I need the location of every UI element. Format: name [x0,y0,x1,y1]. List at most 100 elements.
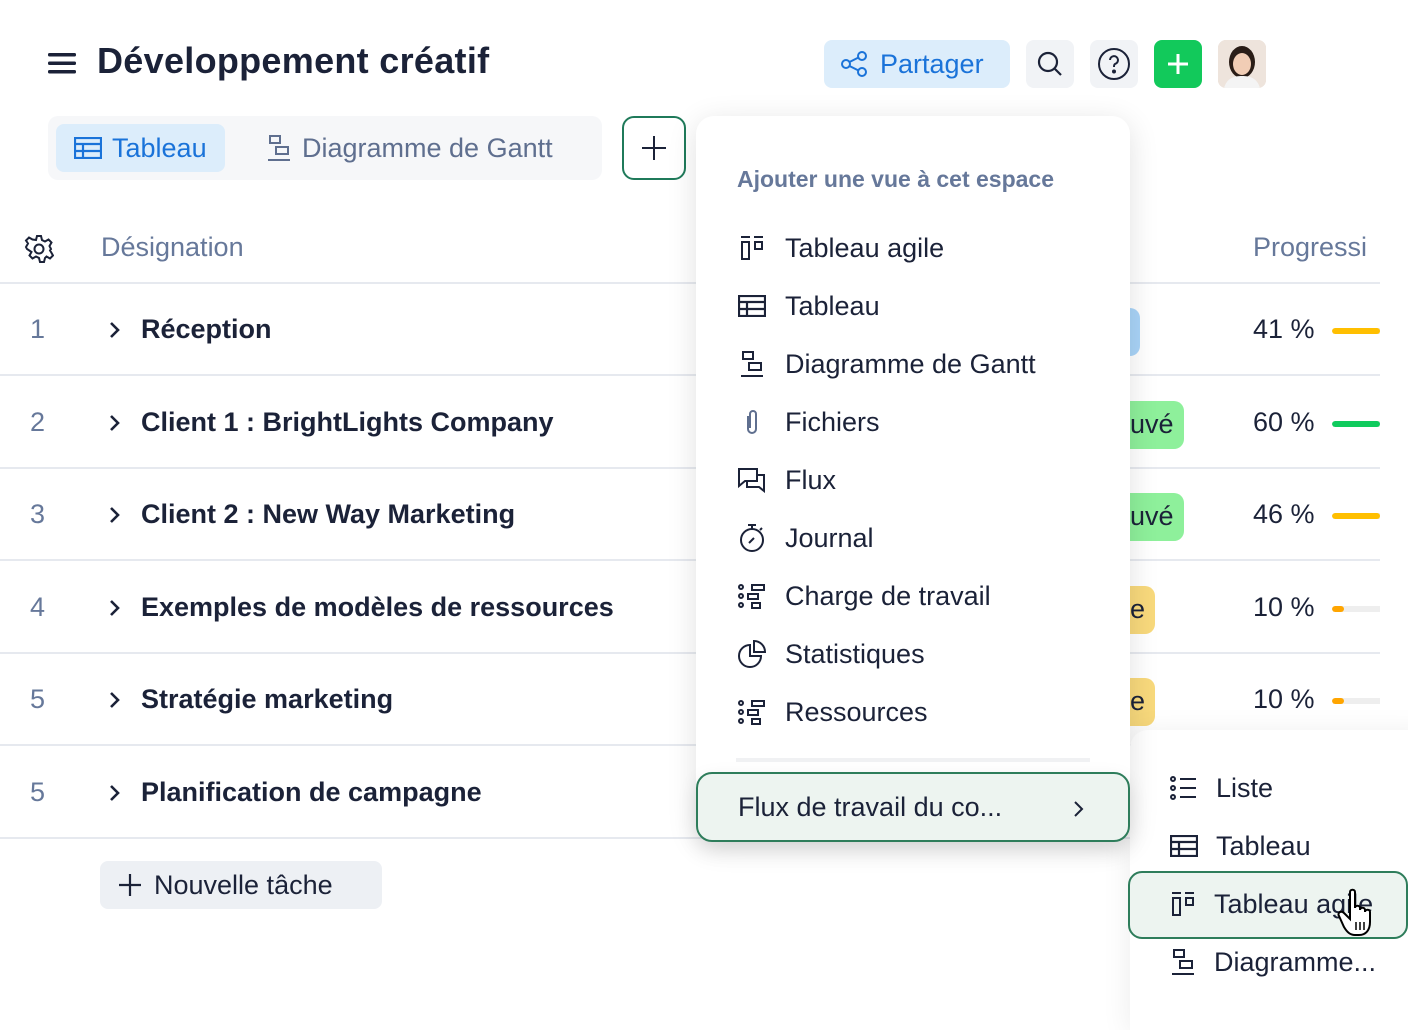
row-number: 3 [30,499,46,529]
chevron-right-icon[interactable] [108,413,122,433]
row-name[interactable]: Stratégie marketing [141,684,393,715]
menu-item-tableau-agile[interactable]: Tableau agile [737,228,944,268]
help-icon [1097,47,1131,81]
row-name[interactable]: Planification de campagne [141,777,482,808]
menu-item-label: Charge de travail [785,580,991,611]
menu-icon[interactable] [48,52,78,76]
menu-item-tableau[interactable]: Tableau [737,286,880,326]
workload-icon [737,583,767,609]
share-button[interactable]: Partager [824,40,1010,88]
progress-bar [1332,328,1380,334]
chevron-right-icon[interactable] [108,505,122,525]
chevron-right-icon[interactable] [108,598,122,618]
column-designation[interactable]: Désignation [101,232,244,263]
menu-item-label: Flux [785,464,837,495]
kanban-icon [737,235,767,261]
progress-bar [1332,513,1380,519]
create-button[interactable] [1154,40,1202,88]
submenu-item-liste[interactable]: Liste [1170,768,1273,808]
table-icon [737,295,767,317]
submenu-item-label: Liste [1216,772,1274,803]
kanban-icon [1170,891,1196,917]
progress-value: 10 % [1253,591,1315,622]
menu-item-label: Tableau [785,290,880,321]
row-number: 5 [30,684,46,714]
plus-icon [118,873,142,897]
menu-item-journal[interactable]: Journal [737,518,874,558]
add-view-button[interactable] [622,116,686,180]
table-icon [74,137,102,159]
help-button[interactable] [1090,40,1138,88]
add-view-menu: Ajouter une vue à cet espace Tableau agi… [696,116,1130,840]
gantt-icon [1170,948,1196,976]
menu-item-fichiers[interactable]: Fichiers [737,402,880,442]
progress-bar [1332,420,1380,427]
submenu-item-diagramme-[interactable]: Diagramme... [1170,942,1376,982]
new-task-button[interactable]: Nouvelle tâche [100,861,382,909]
progress-value: 60 % [1253,406,1315,437]
row-number: 4 [30,591,46,622]
table-row[interactable]: 4 Exemples de modèles de ressources e 10 … [0,562,1380,654]
share-label: Partager [880,48,984,79]
pie-chart-icon [737,640,767,668]
row-name[interactable]: Client 1 : BrightLights Company [141,407,554,438]
menu-item-label: Tableau agile [785,232,945,263]
stopwatch-icon [737,523,767,553]
tab-label: Diagramme de Gantt [302,132,553,163]
table-row[interactable]: 1 Réception 41 % [0,284,1380,376]
plus-icon [1166,52,1190,76]
row-number: 5 [30,776,46,807]
tab-tableau[interactable]: Tableau [56,124,225,172]
row-name[interactable]: Exemples de modèles de ressources [141,592,614,623]
submenu-item-label: Tableau [1216,830,1311,861]
menu-divider [736,758,1090,762]
workflow-label: Flux de travail du co... [738,792,1003,822]
table-row[interactable]: 2 Client 1 : BrightLights Company uvé 60 … [0,377,1380,469]
plus-icon [641,135,667,161]
submenu-item-label: Diagramme... [1214,946,1377,977]
view-tabs: Tableau Diagramme de Gantt [48,116,602,180]
menu-item-charge-de-travail[interactable]: Charge de travail [737,576,991,616]
search-icon [1036,50,1064,78]
menu-item-label: Fichiers [785,406,880,437]
table-icon [1170,835,1198,857]
menu-item-diagramme-de-gantt[interactable]: Diagramme de Gantt [737,344,1036,384]
progress-bar [1332,605,1380,612]
menu-item-label: Journal [785,522,874,553]
search-button[interactable] [1026,40,1074,88]
menu-item-label: Ressources [785,696,928,727]
workload-icon [737,699,767,725]
row-number: 2 [30,406,46,437]
table-row[interactable]: 3 Client 2 : New Way Marketing uvé 46 % [0,469,1380,561]
chevron-right-icon[interactable] [108,783,122,803]
progress-value: 46 % [1253,499,1315,529]
menu-item-flux[interactable]: Flux [737,460,836,500]
menu-item-ressources[interactable]: Ressources [737,692,928,732]
column-progress[interactable]: Progressi [1253,232,1380,263]
row-number: 1 [30,314,46,344]
menu-item-label: Diagramme de Gantt [785,348,1036,379]
progress-value: 10 % [1253,684,1315,714]
progress-bar [1332,698,1380,704]
row-name[interactable]: Client 2 : New Way Marketing [141,499,515,530]
gantt-icon [737,350,767,378]
chevron-right-icon [1072,800,1084,818]
chevron-right-icon[interactable] [108,320,122,340]
submenu-item-tableau[interactable]: Tableau [1170,826,1311,866]
page-title: Développement créatif [97,40,490,81]
chevron-right-icon[interactable] [108,690,122,710]
paperclip-icon [737,408,767,436]
chat-icon [737,467,767,493]
menu-heading: Ajouter une vue à cet espace [737,166,1055,192]
tab-gantt[interactable]: Diagramme de Gantt [248,124,571,172]
hand-cursor-icon [1336,888,1380,938]
row-name[interactable]: Réception [141,314,272,345]
workflow-templates-item[interactable]: Flux de travail du co... [696,772,1130,842]
tab-label: Tableau [112,132,207,163]
list-icon [1170,776,1198,800]
gantt-icon [266,134,292,162]
settings-icon[interactable] [24,234,54,264]
new-task-label: Nouvelle tâche [154,869,333,900]
avatar[interactable] [1218,40,1266,88]
menu-item-statistiques[interactable]: Statistiques [737,634,925,674]
